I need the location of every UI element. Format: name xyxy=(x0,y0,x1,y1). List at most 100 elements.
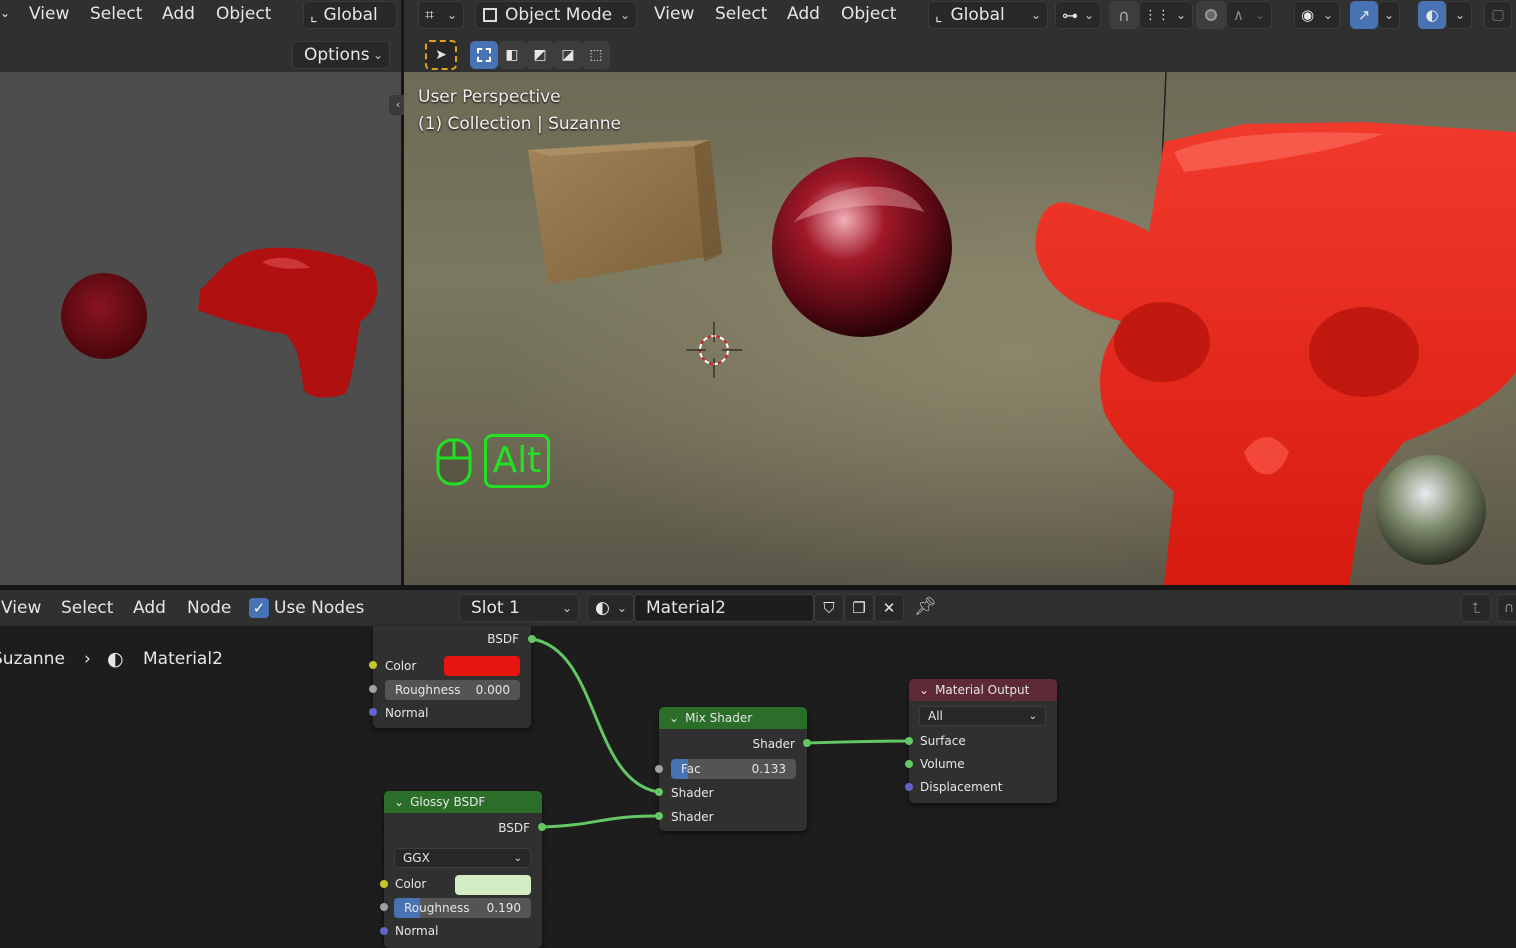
diffuse-roughness-slider[interactable]: Roughness 0.000 xyxy=(385,680,520,700)
snap-target-dropdown[interactable]: ⋮⋮ ⌄ xyxy=(1139,1,1193,29)
chevron-down-icon: ⌄ xyxy=(619,8,630,22)
overlays-dropdown[interactable]: ⌄ xyxy=(1446,1,1472,29)
select-intersect-icon: ⬚ xyxy=(589,47,603,63)
mode-dropdown[interactable]: Object Mode ⌄ xyxy=(475,1,637,29)
glossy-normal-socket[interactable] xyxy=(380,927,388,935)
3d-cursor-icon[interactable] xyxy=(686,322,742,378)
mix-shader-input-1-label: Shader xyxy=(671,786,714,800)
diffuse-color-swatch[interactable] xyxy=(444,656,520,676)
output-node-header[interactable]: ⌄ Material Output xyxy=(909,679,1057,701)
chevron-down-icon: ⌄ xyxy=(1454,8,1465,22)
select-mode-intersect[interactable]: ⬚ xyxy=(582,41,610,69)
snap-toggle[interactable]: ∩ xyxy=(1109,1,1139,29)
left-editor-type-chevron[interactable]: ⌄ xyxy=(0,6,10,20)
left-transform-orientation[interactable]: ⌞ Global xyxy=(303,1,397,29)
mix-fac-socket[interactable] xyxy=(655,765,663,773)
left-viewport[interactable]: ⌄ View Select Add Object ⌞ Global Option… xyxy=(0,0,401,585)
main-viewport[interactable]: ⌗ ⌄ Object Mode ⌄ View Select Add Object… xyxy=(404,0,1516,585)
wooden-cube[interactable] xyxy=(528,140,722,284)
overlays-icon: ◐ xyxy=(1425,6,1439,24)
menu-add[interactable]: Add xyxy=(787,4,820,24)
glossy-distribution-dropdown[interactable]: GGX ⌄ xyxy=(394,848,531,868)
mix-fac-slider[interactable]: Fac 0.133 xyxy=(671,759,796,779)
left-suzanne[interactable] xyxy=(198,247,378,398)
left-menu-view[interactable]: View xyxy=(29,4,69,24)
left-sphere[interactable] xyxy=(61,273,147,359)
transform-axes-icon: ⌞ xyxy=(310,5,318,25)
glossy-node-header[interactable]: ⌄ Glossy BSDF xyxy=(384,791,542,813)
visibility-dropdown[interactable]: ◉ ⌄ xyxy=(1294,1,1340,29)
object-mode-icon xyxy=(483,8,497,22)
xray-toggle[interactable]: ▢ xyxy=(1484,1,1512,29)
left-menu-object[interactable]: Object xyxy=(216,4,271,24)
chevron-down-icon: ⌄ xyxy=(1175,8,1186,22)
viewport-perspective-label: User Perspective xyxy=(418,87,561,107)
menu-select[interactable]: Select xyxy=(715,4,767,24)
glossy-color-swatch[interactable] xyxy=(455,875,531,895)
active-tool-button[interactable]: ➤ xyxy=(425,40,457,70)
mix-output-label: Shader xyxy=(752,737,795,751)
grid-axes-icon: ⌗ xyxy=(425,5,435,24)
transform-orientation-dropdown[interactable]: ⌞ Global ⌄ xyxy=(928,1,1048,29)
alt-key-hint: Alt xyxy=(484,434,550,488)
diffuse-normal-socket[interactable] xyxy=(369,708,377,716)
glossy-roughness-slider[interactable]: Roughness 0.190 xyxy=(394,898,531,918)
collapse-chevron-icon[interactable]: ⌄ xyxy=(919,683,929,697)
chevron-down-icon: ⌄ xyxy=(1028,710,1037,722)
collapse-chevron-icon[interactable]: ⌄ xyxy=(394,795,404,809)
red-glossy-sphere[interactable] xyxy=(772,157,952,337)
mix-shader-input-1-socket[interactable] xyxy=(655,788,663,796)
select-mode-subtract[interactable]: ◩ xyxy=(526,41,554,69)
select-mode-invert[interactable]: ◪ xyxy=(554,41,582,69)
mix-shader-input-2-socket[interactable] xyxy=(655,812,663,820)
glossy-bsdf-output-socket[interactable] xyxy=(538,823,546,831)
chevron-down-icon: ⌄ xyxy=(446,8,457,22)
glossy-output-label: BSDF xyxy=(498,821,530,835)
viewport-collection-label: (1) Collection | Suzanne xyxy=(418,114,622,134)
output-target-dropdown[interactable]: All ⌄ xyxy=(919,706,1046,726)
falloff-dropdown[interactable]: ∧ ⌄ xyxy=(1226,1,1272,29)
menu-object[interactable]: Object xyxy=(841,4,896,24)
pivot-point-dropdown[interactable]: ⊶ ⌄ xyxy=(1055,1,1101,29)
glossy-bsdf-node[interactable]: ⌄ Glossy BSDF BSDF GGX ⌄ Color Roughness… xyxy=(384,791,542,948)
glossy-color-socket[interactable] xyxy=(380,880,388,888)
proportional-editing-toggle[interactable] xyxy=(1196,1,1226,29)
left-options-dropdown[interactable]: Options ⌄ xyxy=(292,41,390,69)
mix-node-header[interactable]: ⌄ Mix Shader xyxy=(659,707,807,729)
output-displacement-socket[interactable] xyxy=(905,783,913,791)
collapse-chevron-icon[interactable]: ⌄ xyxy=(669,711,679,725)
glossy-roughness-socket[interactable] xyxy=(380,903,388,911)
diffuse-bsdf-output-socket[interactable] xyxy=(528,635,536,643)
output-volume-socket[interactable] xyxy=(905,760,913,768)
transform-axes-icon: ⌞ xyxy=(935,5,943,25)
mix-shader-output-socket[interactable] xyxy=(803,739,811,747)
diffuse-output-label: BSDF xyxy=(487,632,519,646)
chevron-down-icon: ⌄ xyxy=(372,48,383,62)
mix-shader-node[interactable]: ⌄ Mix Shader Shader Fac 0.133 Shader Sha… xyxy=(659,707,807,831)
select-mode-new[interactable] xyxy=(470,41,498,69)
gizmo-toggle[interactable]: ↗ xyxy=(1350,1,1378,29)
left-menu-add[interactable]: Add xyxy=(162,4,195,24)
glossy-color-label: Color xyxy=(395,877,427,891)
chevron-down-icon: ⌄ xyxy=(1322,8,1333,22)
diffuse-color-socket[interactable] xyxy=(369,661,377,669)
chevron-down-icon: ⌄ xyxy=(1083,8,1094,22)
falloff-curve-icon: ∧ xyxy=(1233,6,1244,24)
left-menu-select[interactable]: Select xyxy=(90,4,142,24)
xray-icon: ▢ xyxy=(1491,7,1505,23)
link-icon: ⊶ xyxy=(1062,5,1078,25)
menu-view[interactable]: View xyxy=(654,4,694,24)
gizmo-dropdown[interactable]: ⌄ xyxy=(1378,1,1400,29)
editor-type-button[interactable]: ⌗ ⌄ xyxy=(418,1,464,29)
hdri-preview-sphere xyxy=(1376,455,1486,565)
diffuse-node[interactable]: BSDF Color Roughness 0.000 Normal xyxy=(373,626,531,728)
output-surface-socket[interactable] xyxy=(905,737,913,745)
diffuse-roughness-socket[interactable] xyxy=(369,685,377,693)
select-mode-extend[interactable]: ◧ xyxy=(498,41,526,69)
chevron-down-icon: ⌄ xyxy=(1254,8,1265,22)
left-scene xyxy=(61,247,378,398)
overlays-toggle[interactable]: ◐ xyxy=(1418,1,1446,29)
output-displacement-label: Displacement xyxy=(920,780,1003,794)
material-output-node[interactable]: ⌄ Material Output All ⌄ Surface Volume D… xyxy=(909,679,1057,803)
chevron-down-icon: ⌄ xyxy=(1030,8,1041,22)
